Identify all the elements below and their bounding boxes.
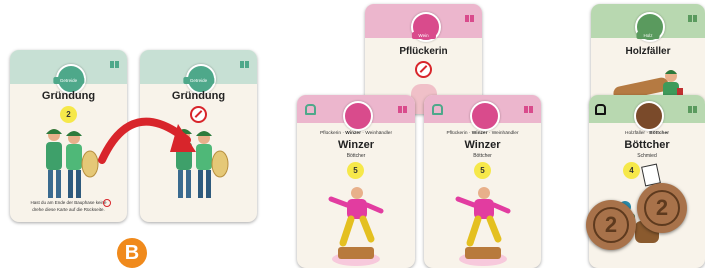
coin-value: 2 [60,106,77,123]
card-title: Böttcher [624,139,670,151]
coin-value: 4 [623,162,640,179]
flip-arrow-icon [98,117,196,164]
small-pin-icon [103,199,111,207]
category-ribbon: Holz [636,32,660,39]
coin-value: 5 [347,162,364,179]
grape-icon [343,101,373,131]
production-chain: Pflückerin · Winzer · Weinhändler [446,131,519,136]
category-ribbon: Getreide [52,77,85,84]
card-title: Winzer [338,139,374,151]
card-corner-icon [239,55,249,68]
card-title: Holzfäller [625,46,671,57]
category-ribbon: Getreide [182,77,215,84]
requirement-text: Böttcher [473,153,492,159]
card-title: Winzer [464,139,501,151]
lock-icon [305,104,316,115]
badge-letter: B [124,242,140,264]
card-winzer-1[interactable]: Pflückerin · Winzer · Weinhändler Winzer… [297,95,415,268]
card-corner-icon [523,100,533,113]
production-chain: Holzfäller · Böttcher [625,131,669,136]
card-corner-icon [464,9,474,22]
category-ribbon: Wein [411,32,436,39]
card-title: Pflückerin [399,46,448,57]
coin-token-value: 2 [644,190,680,226]
production-chain: Pflückerin · Winzer · Weinhändler [319,131,393,136]
lock-icon [432,104,443,115]
pin-icon [415,61,432,78]
vintner-illustration [455,187,511,266]
coin-value: 5 [474,162,491,179]
requirement-text: Schmied [637,153,657,159]
requirement-text: Böttcher [346,153,366,159]
card-corner-icon [109,55,119,68]
card-corner-icon [687,9,697,22]
coin-token[interactable]: 2 [586,200,636,250]
card-corner-icon [397,100,407,113]
vintner-illustration [328,187,384,266]
variant-badge: B [117,238,147,268]
coin-token[interactable]: 2 [637,183,687,233]
grape-icon [469,101,500,131]
card-winzer-2[interactable]: Pflückerin · Winzer · Weinhändler Winzer… [424,95,541,268]
lock-icon [595,104,606,115]
coin-token-value: 2 [593,207,629,243]
card-corner-icon [687,100,697,113]
card-footer-text-2: drehe diese Karte auf die Rückseite. [32,207,105,212]
wood-icon [634,101,664,131]
